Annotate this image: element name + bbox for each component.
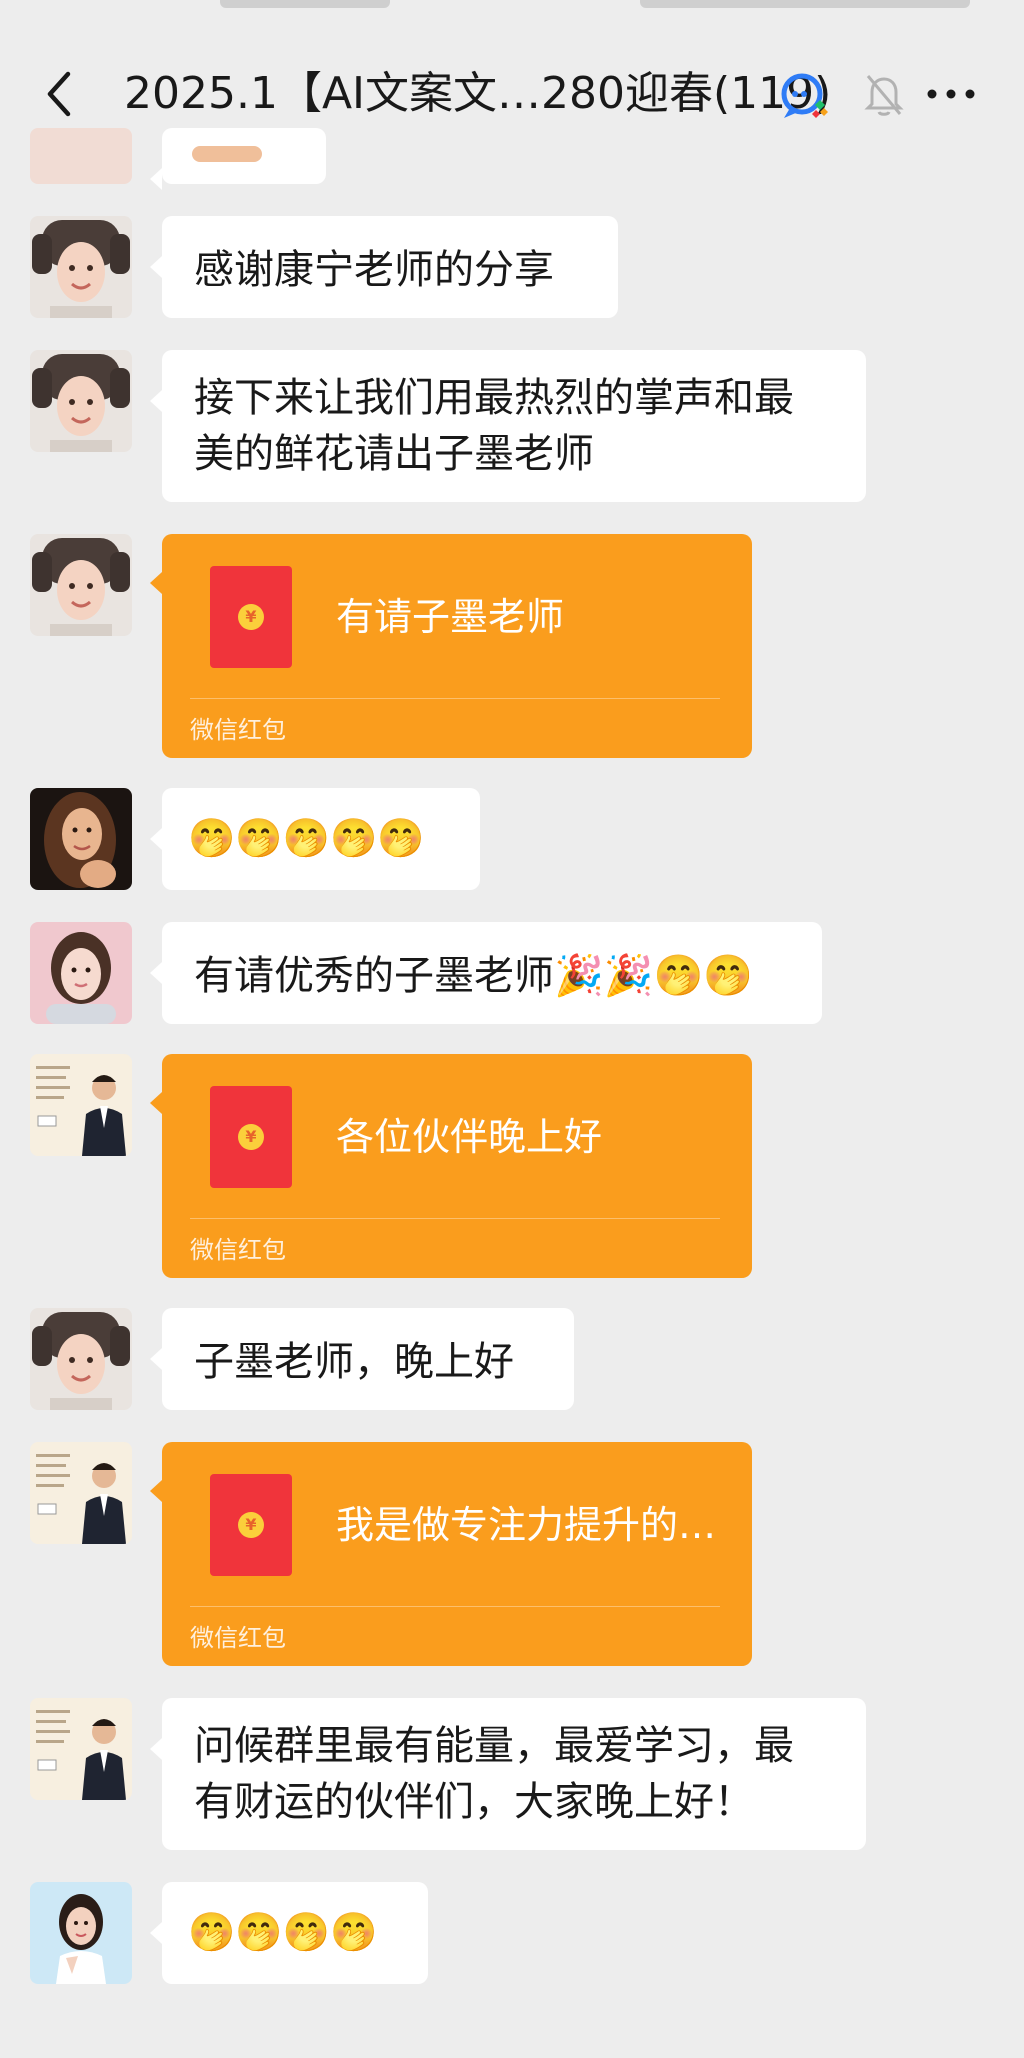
- message-list[interactable]: 感谢康宁老师的分享 接下来让我们用最热烈的掌声和最 美的鲜花请出子墨老师 ¥ 有…: [0, 128, 1024, 2058]
- message-bubble[interactable]: 问候群里最有能量，最爱学习，最 有财运的伙伴们，大家晚上好！: [150, 1698, 866, 1850]
- chat-header: 2025.1【AI文案文…280迎春(119): [0, 30, 1024, 158]
- avatar-man-suit[interactable]: [30, 1054, 132, 1156]
- chat-ai-icon[interactable]: [778, 72, 834, 122]
- message-bubble[interactable]: [150, 128, 326, 190]
- red-envelope-icon: ¥: [210, 1474, 292, 1576]
- message-bubble[interactable]: 子墨老师，晚上好: [150, 1308, 574, 1410]
- avatar-woman-curlers[interactable]: [30, 350, 132, 452]
- red-envelope-icon: ¥: [210, 1086, 292, 1188]
- divider: [190, 1606, 720, 1607]
- red-packet[interactable]: ¥ 我是做专注力提升的… 微信红包: [150, 1442, 752, 1666]
- status-icons-left: [220, 0, 390, 8]
- message-line: 有财运的伙伴们，大家晚上好！: [194, 1779, 754, 1825]
- message-line: 接下来让我们用最热烈的掌声和最: [194, 375, 794, 421]
- chat-title[interactable]: 2025.1【AI文案文…280迎春(119): [124, 64, 831, 124]
- message-bubble[interactable]: 接下来让我们用最热烈的掌声和最 美的鲜花请出子墨老师: [150, 350, 866, 502]
- message-bubble[interactable]: 感谢康宁老师的分享: [150, 216, 618, 318]
- avatar-woman-curlers[interactable]: [30, 216, 132, 318]
- message-bubble[interactable]: 🤭🤭🤭🤭: [150, 1882, 428, 1984]
- status-bar: [0, 0, 1024, 30]
- red-envelope-icon: ¥: [210, 566, 292, 668]
- message-bubble[interactable]: 🤭🤭🤭🤭🤭: [150, 788, 480, 890]
- avatar-woman-pink[interactable]: [30, 922, 132, 1024]
- red-packet-label: 微信红包: [190, 1624, 286, 1652]
- avatar-woman-curlers[interactable]: [30, 534, 132, 636]
- divider: [190, 1218, 720, 1219]
- avatar-man-suit[interactable]: [30, 1698, 132, 1800]
- red-packet-label: 微信红包: [190, 716, 286, 744]
- bell-muted-icon: [864, 72, 904, 118]
- avatar-woman-curlers[interactable]: [30, 1308, 132, 1410]
- message-bubble[interactable]: 有请优秀的子墨老师🎉🎉🤭🤭: [150, 922, 822, 1024]
- avatar[interactable]: [30, 128, 132, 184]
- message-line: 问候群里最有能量，最爱学习，最: [194, 1723, 794, 1769]
- red-packet[interactable]: ¥ 各位伙伴晚上好 微信红包: [150, 1054, 752, 1278]
- red-packet-label: 微信红包: [190, 1236, 286, 1264]
- avatar-woman-long-hair[interactable]: [30, 788, 132, 890]
- red-packet-title: 我是做专注力提升的…: [336, 1503, 717, 1547]
- red-packet-title: 各位伙伴晚上好: [336, 1115, 603, 1159]
- red-packet-title: 有请子墨老师: [336, 595, 565, 639]
- more-dots-icon[interactable]: [926, 86, 976, 102]
- avatar-woman-blue[interactable]: [30, 1882, 132, 1984]
- chevron-left-icon[interactable]: [40, 68, 80, 120]
- divider: [190, 698, 720, 699]
- status-icons-right: [640, 0, 970, 8]
- red-packet[interactable]: ¥ 有请子墨老师 微信红包: [150, 534, 752, 758]
- message-line: 美的鲜花请出子墨老师: [194, 431, 594, 477]
- avatar-man-suit[interactable]: [30, 1442, 132, 1544]
